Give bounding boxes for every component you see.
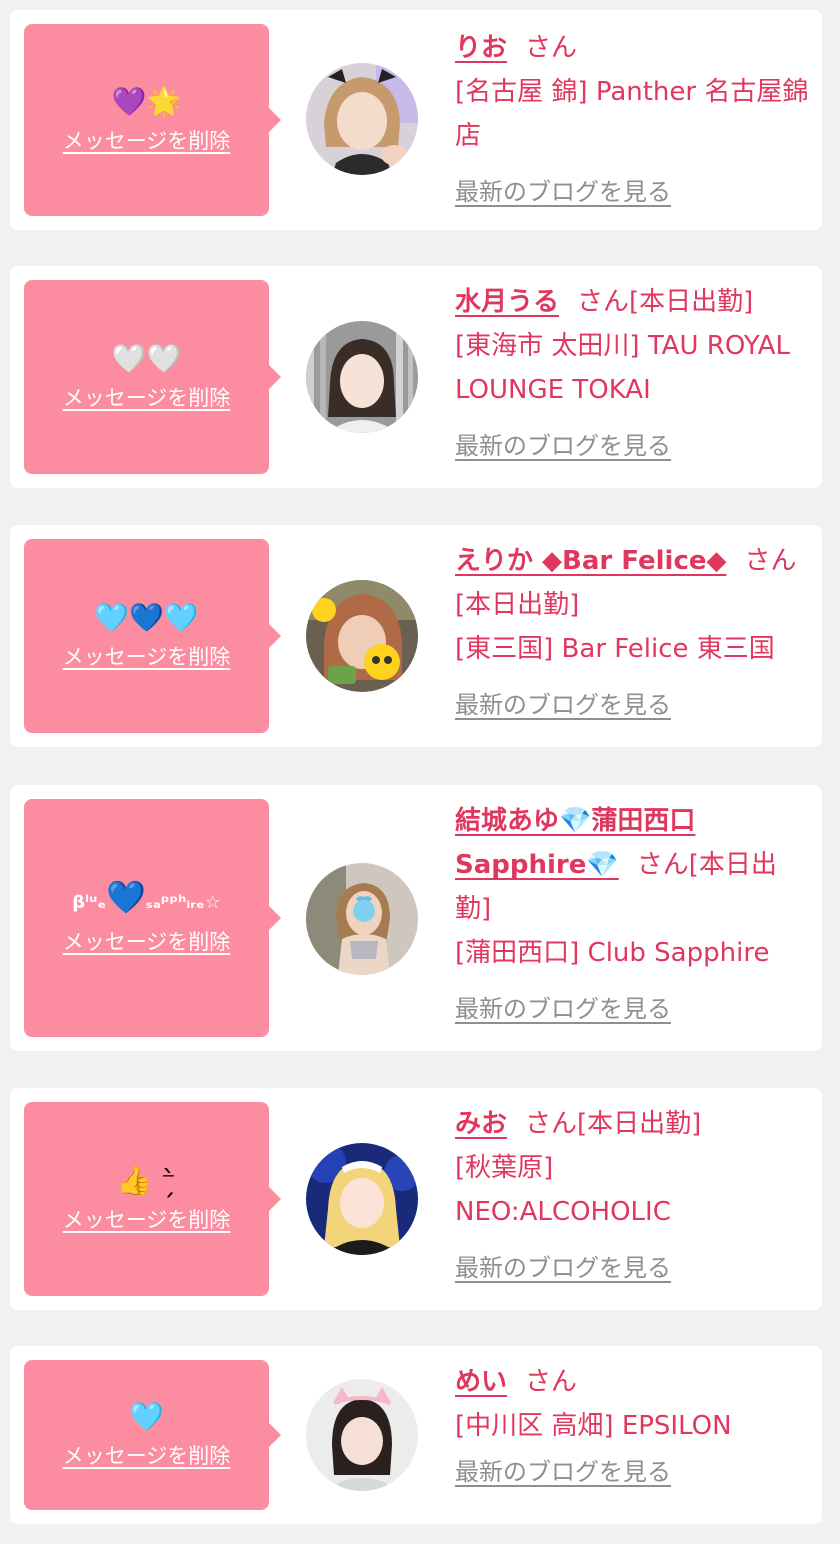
entry-info: えりか ◆Bar Felice◆ さん [本日出勤] [東三国] Bar Felic… xyxy=(455,539,810,720)
shop-name: [東三国] Bar Felice 東三国 xyxy=(455,634,775,664)
latest-blog-link[interactable]: 最新のブログを見る xyxy=(455,1248,671,1283)
honorific: さん xyxy=(636,850,689,880)
entry-info: 水月うる さん[本日出勤] [東海市 太田川] TAU ROYAL LOUNGE … xyxy=(455,280,810,461)
message-emoji: 🩵💙🩵 xyxy=(94,601,199,634)
shop-name: [名古屋 錦] Panther 名古屋錦店 xyxy=(455,77,809,151)
emoji-text-post: ₛₐᵖᵖʰᵢᵣₑ☆ xyxy=(145,892,221,913)
emoji-text-pre: βˡᵘₑ xyxy=(72,892,106,913)
girl-name-link[interactable]: 水月うる xyxy=(455,287,559,317)
honorific: さん xyxy=(525,1109,578,1139)
message-bubble: 🩵💙🩵 メッセージを削除 xyxy=(24,539,281,733)
avatar[interactable] xyxy=(306,863,418,975)
girl-name-link[interactable]: りお xyxy=(455,33,507,63)
shop-name: [中川区 高畑] EPSILON xyxy=(455,1411,732,1441)
avatar[interactable] xyxy=(306,580,418,692)
delete-message-button[interactable]: メッセージを削除 xyxy=(63,125,231,155)
girl-name-link[interactable]: えりか ◆Bar Felice◆ xyxy=(455,546,727,576)
latest-blog-link[interactable]: 最新のブログを見る xyxy=(455,989,671,1024)
shop-name: [蒲田西口] Club Sapphire xyxy=(455,938,770,968)
honorific: さん xyxy=(744,546,797,576)
message-card: βˡᵘₑ💙ₛₐᵖᵖʰᵢᵣₑ☆ メッセージを削除 結城あゆ💎蒲田西口Sapphir… xyxy=(10,785,822,1051)
shop-name: [秋葉原] NEO:ALCOHOLIC xyxy=(455,1153,671,1227)
delete-message-button[interactable]: メッセージを削除 xyxy=(63,926,231,956)
message-card: 💜🌟 メッセージを削除 りお さん [名古屋 錦] Panther 名古屋錦店 最… xyxy=(10,10,822,230)
message-bubble: 🤍🤍 メッセージを削除 xyxy=(24,280,281,474)
delete-message-button[interactable]: メッセージを削除 xyxy=(63,382,231,412)
entry-info: りお さん [名古屋 錦] Panther 名古屋錦店 最新のブログを見る xyxy=(455,26,810,207)
latest-blog-link[interactable]: 最新のブログを見る xyxy=(455,685,671,720)
message-card: 🩵💙🩵 メッセージを削除 えりか ◆Bar Felice◆ さん [本日出勤] [東… xyxy=(10,525,822,747)
avatar[interactable] xyxy=(306,1379,418,1491)
girl-name-link[interactable]: みお xyxy=(455,1109,507,1139)
delete-message-button[interactable]: メッセージを削除 xyxy=(63,1440,231,1470)
latest-blog-link[interactable]: 最新のブログを見る xyxy=(455,1452,671,1487)
status-badge: [本日出勤] xyxy=(577,1109,702,1139)
shop-name: [東海市 太田川] TAU ROYAL LOUNGE TOKAI xyxy=(455,331,791,405)
status-badge: [本日出勤] xyxy=(455,590,580,620)
entry-info: みお さん[本日出勤] [秋葉原] NEO:ALCOHOLIC 最新のブログを見る xyxy=(455,1102,810,1283)
honorific: さん xyxy=(525,1367,578,1397)
entry-info: 結城あゆ💎蒲田西口Sapphire💎 さん[本日出勤] [蒲田西口] Club S… xyxy=(455,799,810,1024)
message-card: 👍 ⁻̗̀ メッセージを削除 みお さん[本日出勤] [秋葉原] NEO:ALCO… xyxy=(10,1088,822,1310)
delete-message-button[interactable]: メッセージを削除 xyxy=(63,1204,231,1234)
latest-blog-link[interactable]: 最新のブログを見る xyxy=(455,426,671,461)
girl-name-link[interactable]: めい xyxy=(455,1367,507,1397)
honorific: さん xyxy=(577,287,630,317)
message-bubble: 👍 ⁻̗̀ メッセージを削除 xyxy=(24,1102,281,1296)
honorific: さん xyxy=(525,33,578,63)
avatar[interactable] xyxy=(306,321,418,433)
message-card: 🩵 メッセージを削除 めい さん [中川区 高畑] EPSILON 最新のブログを… xyxy=(10,1346,822,1524)
message-emoji: βˡᵘₑ💙ₛₐᵖᵖʰᵢᵣₑ☆ xyxy=(72,880,220,920)
message-bubble: 💜🌟 メッセージを削除 xyxy=(24,24,281,216)
message-emoji: 💜🌟 xyxy=(111,85,182,118)
avatar[interactable] xyxy=(306,63,418,175)
blue-heart-icon: 💙 xyxy=(105,878,146,916)
message-bubble: βˡᵘₑ💙ₛₐᵖᵖʰᵢᵣₑ☆ メッセージを削除 xyxy=(24,799,281,1037)
delete-message-button[interactable]: メッセージを削除 xyxy=(63,641,231,671)
message-card: 🤍🤍 メッセージを削除 水月うる さん[本日出勤] [東海市 太田川] TAU R… xyxy=(10,266,822,488)
message-emoji: 🩵 xyxy=(129,1400,164,1433)
entry-info: めい さん [中川区 高畑] EPSILON 最新のブログを見る xyxy=(455,1360,810,1487)
message-emoji: 👍 ⁻̗̀ xyxy=(117,1164,176,1197)
latest-blog-link[interactable]: 最新のブログを見る xyxy=(455,172,671,207)
message-list: 💜🌟 メッセージを削除 りお さん [名古屋 錦] Panther 名古屋錦店 最… xyxy=(0,0,840,1544)
avatar[interactable] xyxy=(306,1143,418,1255)
status-badge: [本日出勤] xyxy=(629,287,754,317)
message-emoji: 🤍🤍 xyxy=(111,342,182,375)
message-bubble: 🩵 メッセージを削除 xyxy=(24,1360,281,1510)
